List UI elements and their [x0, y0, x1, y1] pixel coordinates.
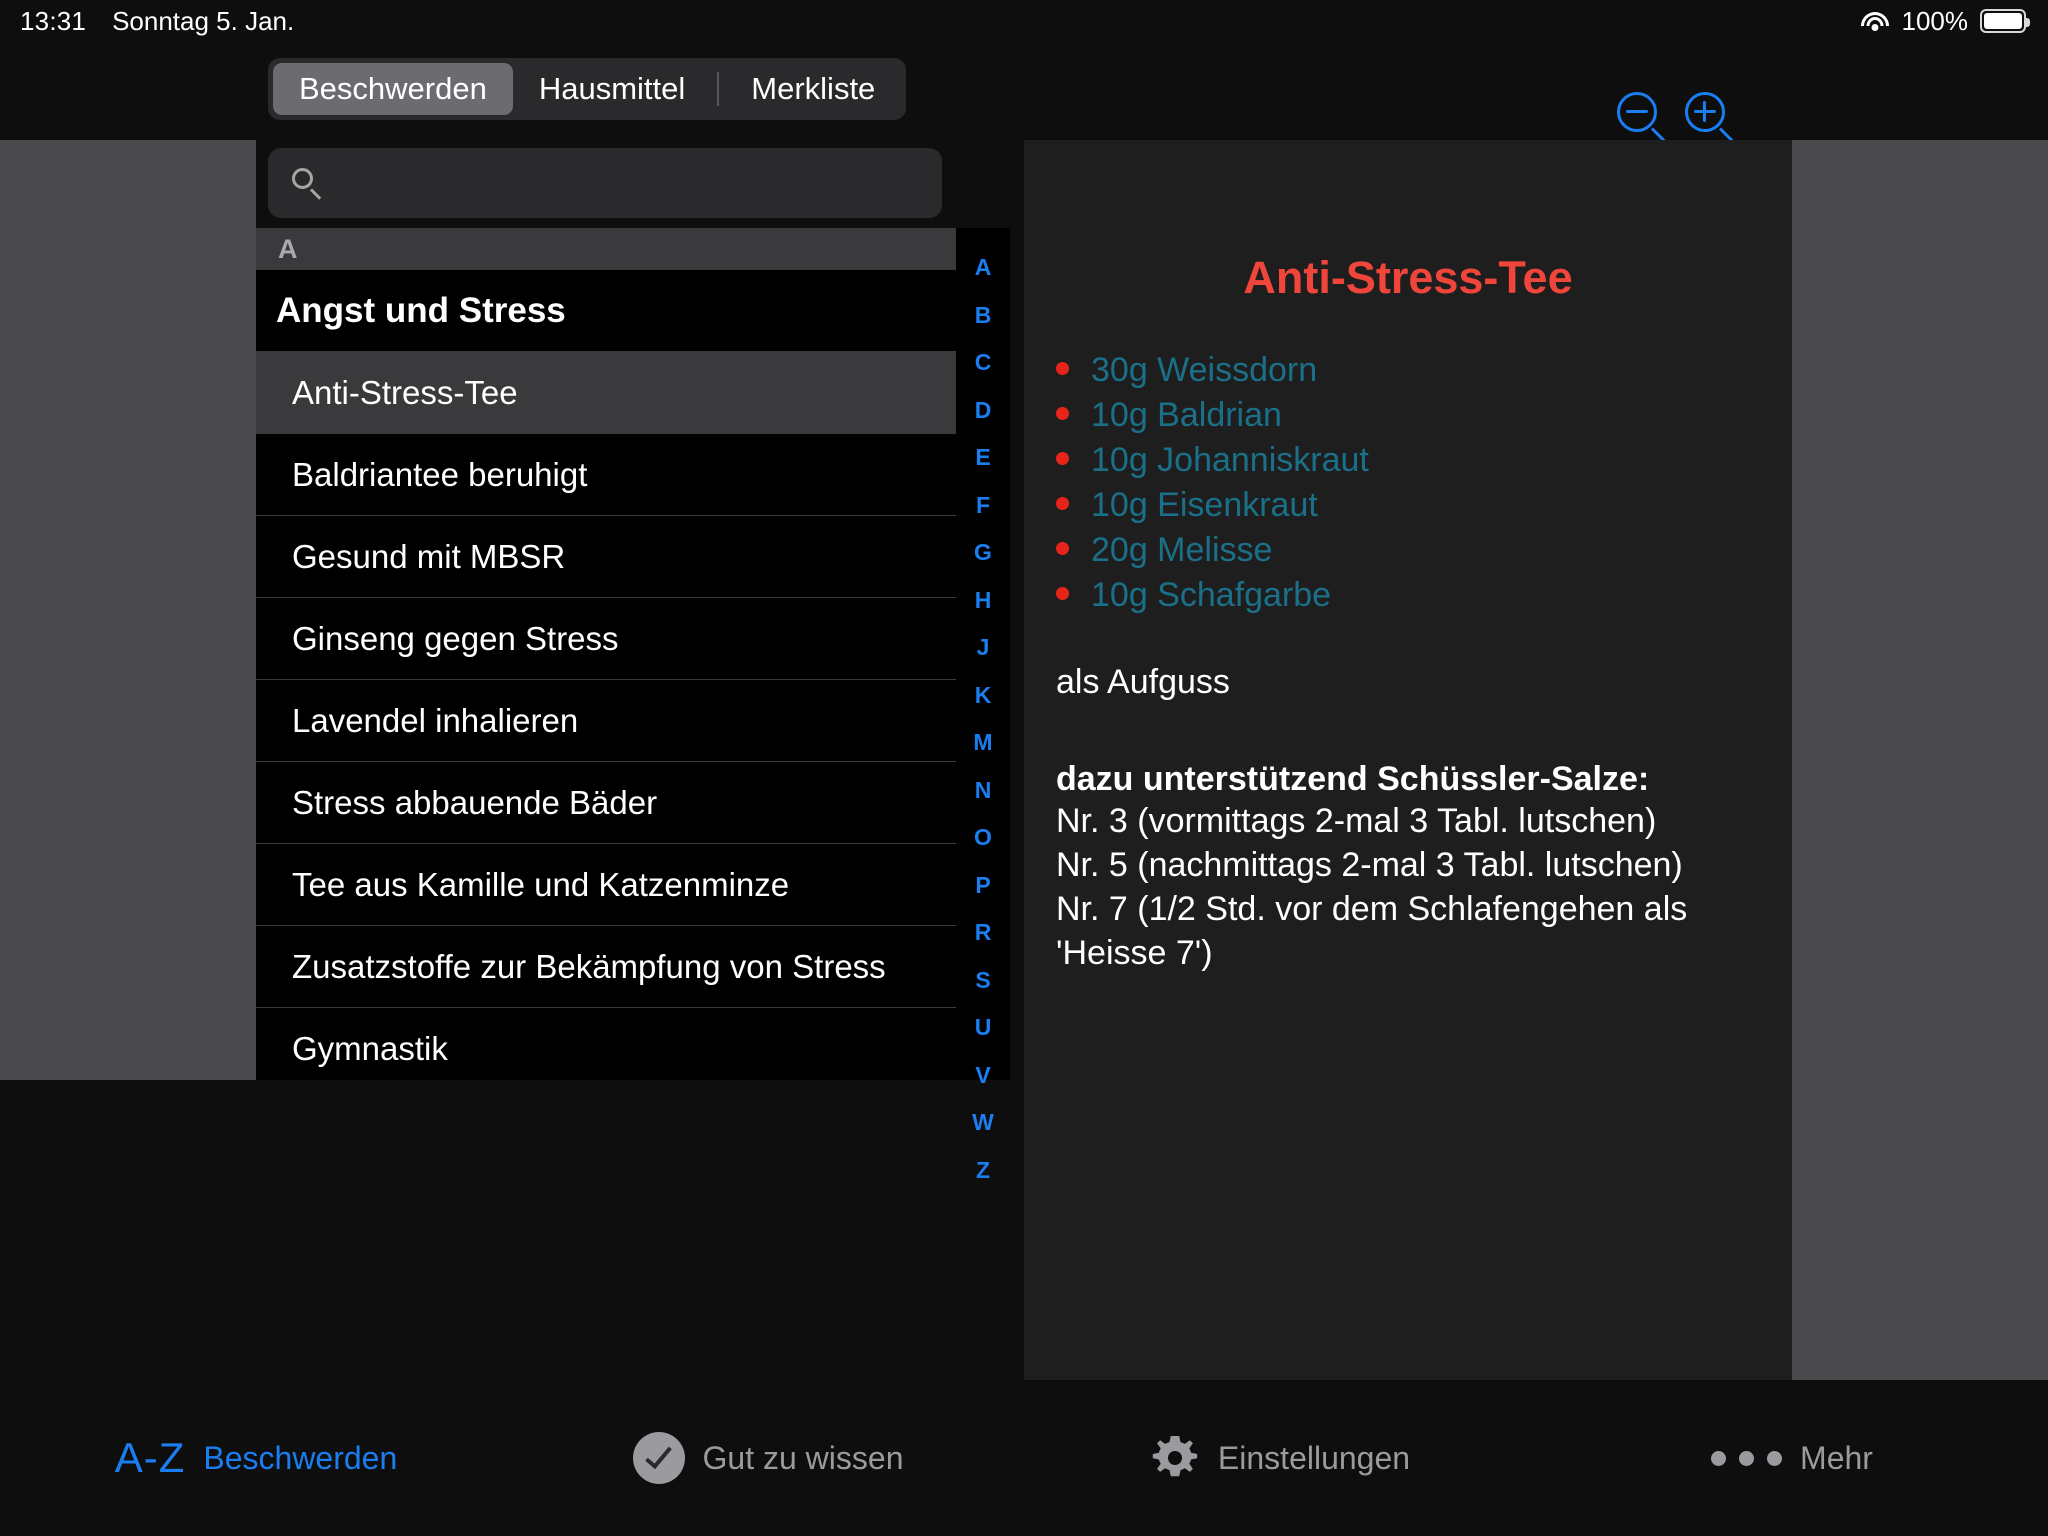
ingredient-item: 10g Eisenkraut — [1056, 483, 1792, 527]
salts-heading: dazu unterstützend Schüssler-Salze: — [1056, 760, 1650, 798]
status-time: 13:31 — [20, 5, 87, 36]
master-list[interactable]: A Angst und Stress Anti-Stress-Tee Baldr… — [256, 228, 956, 1080]
segment-divider — [717, 72, 720, 106]
alpha-index-o[interactable]: O — [974, 814, 992, 862]
tab-merkliste[interactable]: Merkliste — [725, 63, 901, 115]
alpha-index-f[interactable]: F — [976, 482, 990, 530]
alpha-index-m[interactable]: M — [973, 719, 992, 767]
list-item-anti-stress-tee[interactable]: Anti-Stress-Tee — [256, 352, 956, 434]
alphabet-index[interactable]: A B C D E F G H J K M N O P R S U V W Z — [956, 228, 1010, 1183]
list-item-zusatzstoffe[interactable]: Zusatzstoffe zur Bekämpfung von Stress — [256, 926, 956, 1008]
ingredient-label: 10g Eisenkraut — [1091, 486, 1318, 524]
backdrop-panel-left — [0, 140, 256, 1080]
ingredient-item: 10g Schafgarbe — [1056, 573, 1792, 617]
battery-percent: 100% — [1901, 5, 1969, 36]
search-icon — [292, 168, 322, 200]
ingredient-label: 20g Melisse — [1091, 531, 1273, 569]
list-item-lavendel-inhalieren[interactable]: Lavendel inhalieren — [256, 680, 956, 762]
bullet-icon — [1056, 587, 1069, 600]
tab-label-mehr: Mehr — [1800, 1439, 1873, 1476]
alpha-index-h[interactable]: H — [975, 577, 992, 625]
list-group-angst-und-stress[interactable]: Angst und Stress — [256, 270, 956, 352]
alpha-index-n[interactable]: N — [975, 767, 992, 815]
ingredient-item: 10g Baldrian — [1056, 393, 1792, 437]
segmented-control[interactable]: Beschwerden Hausmittel Merkliste — [268, 58, 907, 120]
tab-label-gut-zu-wissen: Gut zu wissen — [702, 1439, 904, 1476]
tab-label-beschwerden: Beschwerden — [203, 1439, 398, 1476]
salts-line: Nr. 5 (nachmittags 2-mal 3 Tabl. lutsche… — [1056, 846, 1683, 884]
alpha-index-c[interactable]: C — [975, 339, 992, 387]
bottom-tab-bar: A-Z Beschwerden Gut zu wissen Einstellun… — [0, 1380, 2048, 1536]
ingredient-label: 30g Weissdorn — [1091, 351, 1318, 389]
top-toolbar: Beschwerden Hausmittel Merkliste — [0, 42, 2048, 144]
detail-pane: Anti-Stress-Tee 30g Weissdorn 10g Baldri… — [1024, 140, 1792, 1380]
detail-title: Anti-Stress-Tee — [1243, 252, 1573, 303]
list-item-ginseng-gegen-stress[interactable]: Ginseng gegen Stress — [256, 598, 956, 680]
alpha-index-w[interactable]: W — [972, 1099, 994, 1147]
ingredient-label: 10g Schafgarbe — [1091, 576, 1332, 614]
preparation-text: als Aufguss — [1056, 663, 1230, 701]
alpha-index-d[interactable]: D — [975, 387, 992, 435]
ellipsis-icon — [1711, 1450, 1783, 1466]
alpha-index-p[interactable]: P — [975, 862, 990, 910]
battery-full-icon — [1980, 9, 2030, 33]
bullet-icon — [1056, 407, 1069, 420]
tab-gut-zu-wissen[interactable]: Gut zu wissen — [512, 1432, 1024, 1484]
status-date: Sonntag 5. Jan. — [112, 5, 295, 36]
bullet-icon — [1056, 362, 1069, 375]
bullet-icon — [1056, 452, 1069, 465]
tab-label-einstellungen: Einstellungen — [1217, 1439, 1411, 1476]
ingredient-item: 20g Melisse — [1056, 528, 1792, 572]
salts-line: Nr. 3 (vormittags 2-mal 3 Tabl. lutschen… — [1056, 802, 1657, 840]
gear-icon — [1152, 1436, 1198, 1477]
ingredient-label: 10g Baldrian — [1091, 396, 1282, 434]
search-bar[interactable] — [268, 148, 942, 218]
alpha-index-r[interactable]: R — [975, 909, 992, 957]
alpha-index-z[interactable]: Z — [976, 1147, 990, 1195]
status-right-cluster: 100% — [1860, 5, 2030, 37]
alpha-index-s[interactable]: S — [975, 957, 990, 1005]
alpha-index-k[interactable]: K — [975, 672, 992, 720]
alpha-index-v[interactable]: V — [975, 1052, 990, 1100]
detail-body: als Aufguss dazu unterstützend Schüssler… — [1024, 663, 1792, 975]
az-icon: A-Z — [114, 1434, 186, 1481]
bullet-icon — [1056, 542, 1069, 555]
status-bar: 13:31 Sonntag 5. Jan. 100% — [0, 0, 2048, 42]
ingredient-item: 10g Johanniskraut — [1056, 438, 1792, 482]
ingredient-item: 30g Weissdorn — [1056, 348, 1792, 392]
list-item-baldriantee[interactable]: Baldriantee beruhigt — [256, 434, 956, 516]
search-input[interactable] — [336, 166, 922, 200]
tab-a-z-beschwerden[interactable]: A-Z Beschwerden — [0, 1434, 512, 1482]
alpha-index-e[interactable]: E — [975, 434, 990, 482]
salts-line: 'Heisse 7') — [1056, 934, 1213, 972]
check-circle-icon — [632, 1432, 685, 1484]
backdrop-panel-right — [1792, 140, 2048, 1380]
list-item-stress-abbauende-baeder[interactable]: Stress abbauende Bäder — [256, 762, 956, 844]
list-item-tee-kamille-katzenminze[interactable]: Tee aus Kamille und Katzenminze — [256, 844, 956, 926]
alpha-index-j[interactable]: J — [977, 624, 990, 672]
tab-hausmittel[interactable]: Hausmittel — [513, 63, 711, 115]
section-index-header: A — [256, 228, 956, 270]
tab-einstellungen[interactable]: Einstellungen — [1024, 1433, 1536, 1483]
ingredient-list: 30g Weissdorn 10g Baldrian 10g Johannisk… — [1024, 348, 1792, 617]
tab-beschwerden[interactable]: Beschwerden — [273, 63, 513, 115]
bullet-icon — [1056, 497, 1069, 510]
list-item-gesund-mit-mbsr[interactable]: Gesund mit MBSR — [256, 516, 956, 598]
alpha-index-u[interactable]: U — [975, 1004, 992, 1052]
ingredient-label: 10g Johanniskraut — [1091, 441, 1369, 479]
alpha-index-a[interactable]: A — [975, 244, 992, 292]
app-root: 13:31 Sonntag 5. Jan. 100% Beschwerden H… — [0, 0, 2048, 1536]
list-item-gymnastik[interactable]: Gymnastik — [256, 1008, 956, 1080]
wifi-icon — [1860, 10, 1890, 32]
alpha-index-b[interactable]: B — [975, 292, 992, 340]
salts-line: Nr. 7 (1/2 Std. vor dem Schlafengehen al… — [1056, 890, 1688, 928]
tab-mehr[interactable]: Mehr — [1536, 1440, 2048, 1477]
alpha-index-g[interactable]: G — [974, 529, 992, 577]
